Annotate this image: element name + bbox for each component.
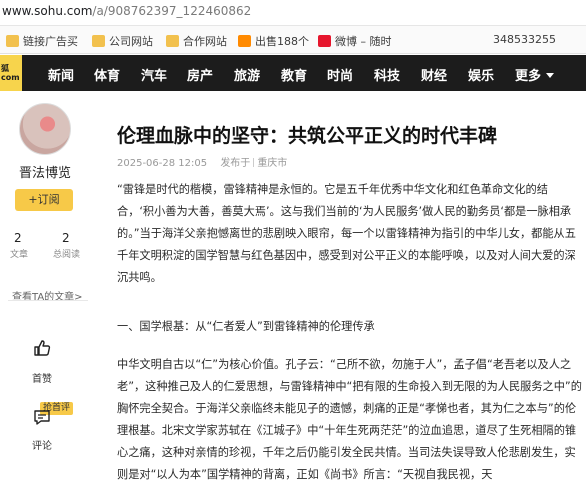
chevron-down-icon [546, 73, 555, 78]
url-path: /a/908762397_122460862 [92, 4, 252, 18]
url-host: www.sohu.com [2, 4, 93, 18]
nav-item-fashion[interactable]: 时尚 [327, 65, 353, 84]
meta-separator [253, 158, 255, 167]
logo-text: 狐 com [1, 64, 20, 82]
bookmark-item[interactable]: 微博 – 随时 [318, 33, 394, 47]
article-meta: 2025-06-28 12:05 发布于 重庆市 [117, 154, 287, 169]
follow-button[interactable]: +订阅 [15, 189, 73, 211]
nav-item-travel[interactable]: 旅游 [234, 65, 260, 84]
sidebar-divider [8, 300, 88, 301]
nav-item-finance[interactable]: 财经 [421, 65, 447, 84]
address-bar[interactable]: www.sohu.com/a/908762397_122460862 [0, 0, 586, 26]
article-title: 伦理血脉中的坚守：共筑公平正义的时代丰碑 [117, 125, 498, 147]
bookmark-right-text[interactable]: 348533255 [493, 33, 556, 46]
published-at-label: 发布于 [220, 158, 251, 169]
bookmark-item[interactable]: 合作网站 [166, 33, 236, 47]
article-paragraph: “雷锋是时代的楷模，雷锋精神是永恒的。它是五千年优秀中华文化和红色革命文化的结合… [117, 183, 576, 284]
folder-icon [6, 35, 19, 47]
nav-more-button[interactable]: 更多 [515, 65, 555, 84]
bookmark-item[interactable]: 出售188个 [238, 33, 310, 47]
nav-more-label: 更多 [515, 69, 542, 84]
folder-icon [92, 35, 105, 47]
avatar[interactable] [19, 103, 71, 155]
top-nav: 狐 com 新闻 体育 汽车 房产 旅游 教育 时尚 科技 财经 娱乐 更多 [0, 55, 586, 91]
thumbs-up-icon[interactable] [33, 339, 51, 357]
nav-item-tech[interactable]: 科技 [374, 65, 400, 84]
like-label[interactable]: 首赞 [27, 370, 57, 385]
nav-item-auto[interactable]: 汽车 [141, 65, 167, 84]
nav-item-entertainment[interactable]: 娱乐 [468, 65, 494, 84]
nav-item-house[interactable]: 房产 [187, 65, 213, 84]
author-name[interactable]: 晋法博览 [0, 162, 90, 181]
article-paragraph: 中华文明自古以“仁”为核心价值。孔子云：“己所不欲，勿施于人”，孟子倡“老吾老以… [117, 358, 582, 481]
publish-location: 重庆市 [257, 158, 288, 169]
site-icon [238, 35, 251, 47]
articles-label: 文章 [10, 250, 29, 260]
folder-icon [166, 35, 179, 47]
nav-item-sports[interactable]: 体育 [94, 65, 120, 84]
publish-date: 2025-06-28 12:05 [117, 158, 208, 169]
reads-count: 2 [62, 231, 70, 245]
comment-icon[interactable] [33, 408, 51, 426]
bookmark-item[interactable]: 链接广告买 [6, 33, 86, 47]
reads-label: 总阅读 [53, 250, 81, 260]
section-heading: 一、国学根基：从“仁者爱人”到雷锋精神的伦理传承 [117, 320, 375, 333]
articles-count: 2 [14, 231, 22, 245]
sohu-logo[interactable]: 狐 com [0, 55, 22, 91]
bookmark-item[interactable]: 公司网站 [92, 33, 162, 47]
url-text[interactable]: www.sohu.com/a/908762397_122460862 [2, 4, 251, 18]
nav-item-news[interactable]: 新闻 [48, 65, 74, 84]
bookmarks-bar: 链接广告买 公司网站 合作网站 出售188个 微博 – 随时 348533255 [0, 26, 586, 54]
nav-item-education[interactable]: 教育 [281, 65, 307, 84]
weibo-icon [318, 35, 331, 47]
comment-label[interactable]: 评论 [27, 437, 57, 452]
